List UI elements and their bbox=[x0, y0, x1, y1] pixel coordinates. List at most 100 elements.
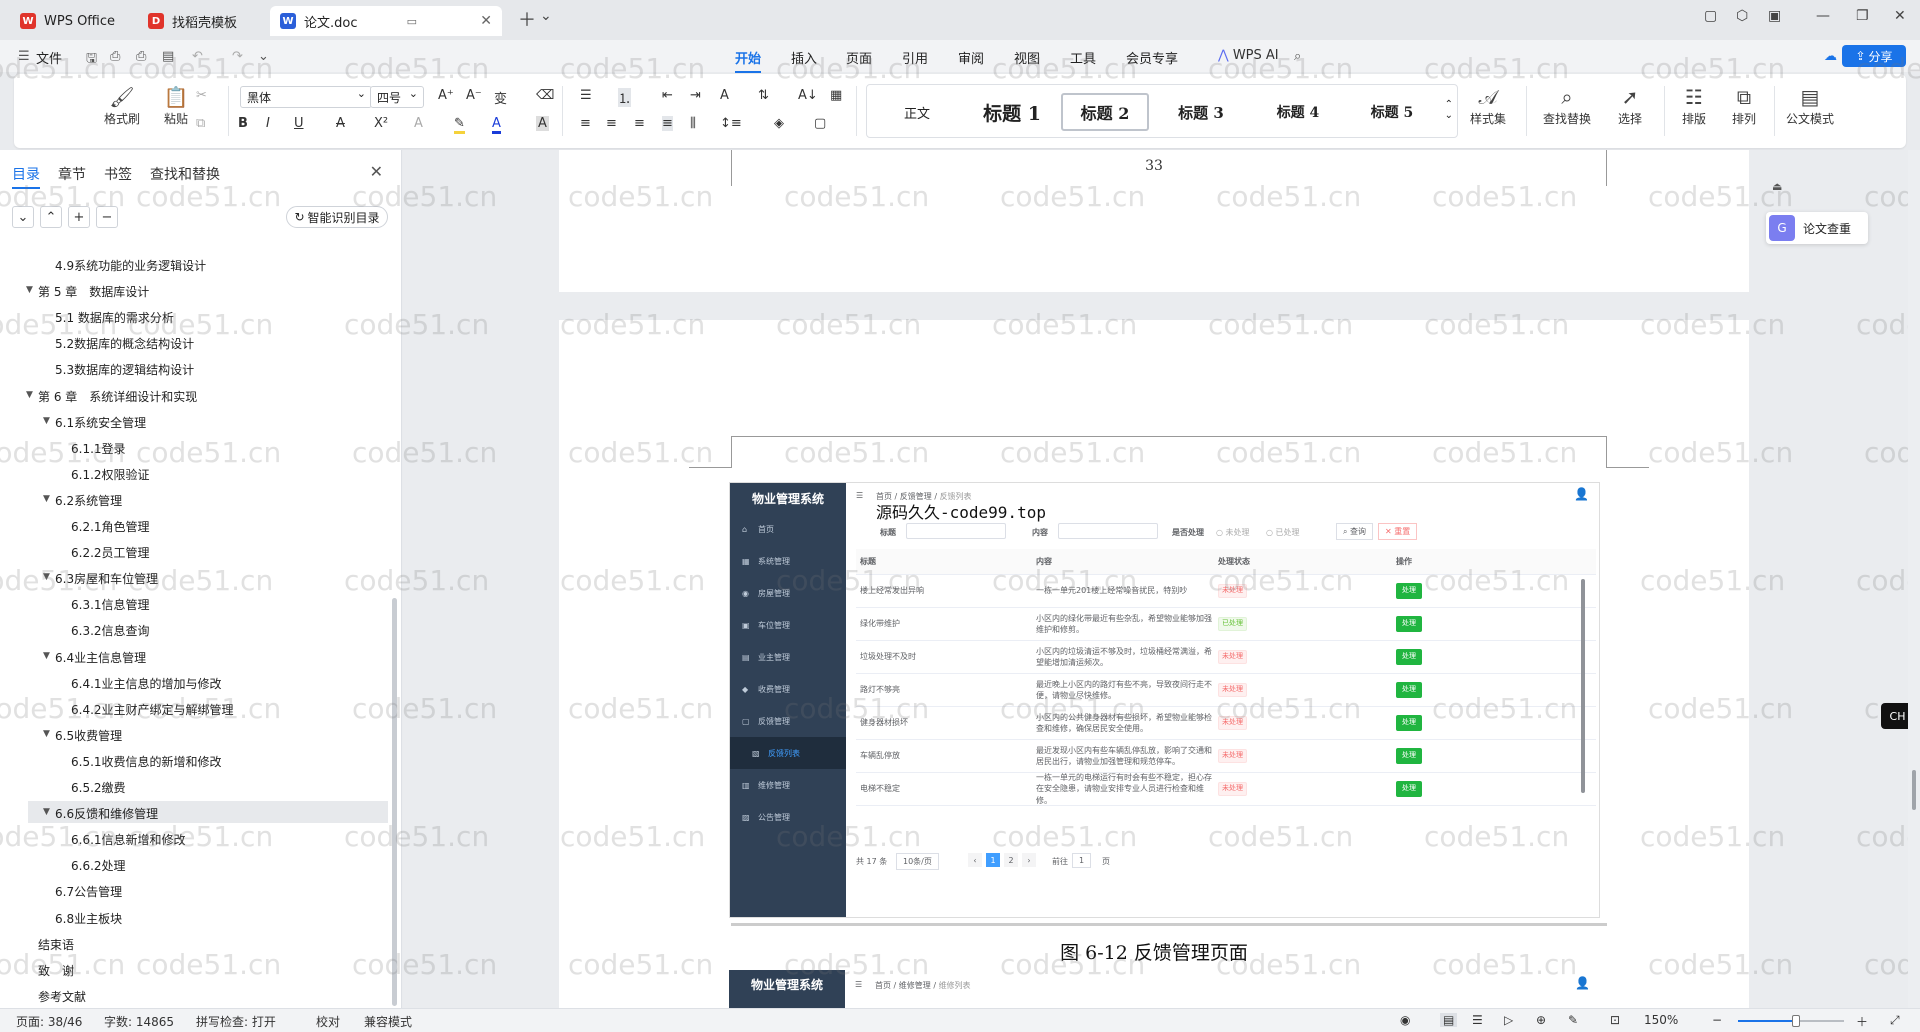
font-size-select[interactable]: 四号 bbox=[370, 86, 424, 108]
style-set-button[interactable]: 𝒜 样式集 bbox=[1458, 84, 1518, 127]
copy-icon[interactable]: ⧉ bbox=[196, 116, 205, 131]
avatar[interactable]: ▣ bbox=[1768, 8, 1781, 24]
scrollbar[interactable] bbox=[392, 598, 397, 1006]
layout-button[interactable]: ☷ 排版 bbox=[1668, 84, 1720, 127]
toc-item[interactable]: 6.1.2权限验证 bbox=[71, 466, 150, 483]
find-replace-button[interactable]: ⌕ 查找替换 bbox=[1536, 84, 1598, 127]
font-color-icon[interactable]: A bbox=[492, 116, 501, 134]
toc-item[interactable]: 6.4.1业主信息的增加与修改 bbox=[71, 675, 222, 692]
cloud-upload-icon[interactable]: ☁ bbox=[1824, 49, 1837, 64]
paste-button[interactable]: 📋 粘贴 bbox=[150, 84, 202, 127]
hamburger-icon[interactable]: ☰ bbox=[18, 49, 30, 64]
menu-insert[interactable]: 插入 bbox=[791, 48, 817, 67]
share-button[interactable]: ⇪ 分享 bbox=[1842, 45, 1906, 67]
toc-item[interactable]: 4.9系统功能的业务逻辑设计 bbox=[55, 257, 206, 274]
menu-home[interactable]: 开始 bbox=[735, 48, 762, 73]
toc-item[interactable]: ▼ 第 6 章 系统详细设计和实现 bbox=[26, 388, 197, 405]
menu-member[interactable]: 会员专享 bbox=[1126, 48, 1178, 67]
underline-icon[interactable]: U bbox=[294, 116, 304, 131]
outdent-icon[interactable]: ⇤ bbox=[662, 88, 673, 103]
official-mode-button[interactable]: ▤ 公文模式 bbox=[1778, 84, 1842, 127]
menu-view[interactable]: 视图 bbox=[1014, 48, 1040, 67]
outline-view-icon[interactable]: ☰ bbox=[1472, 1013, 1483, 1027]
toc-item[interactable]: ▼ 6.5收费管理 bbox=[43, 727, 122, 744]
text-direction-icon[interactable]: A bbox=[720, 88, 729, 103]
expand-arrow-icon[interactable]: ▼ bbox=[26, 390, 33, 400]
shading-icon[interactable]: ◈ bbox=[774, 116, 784, 131]
strikethrough-icon[interactable]: A bbox=[336, 116, 345, 131]
toc-item[interactable]: 参考文献 bbox=[38, 988, 86, 1005]
expand-arrow-icon[interactable]: ▼ bbox=[43, 416, 50, 426]
scroll-thumb[interactable] bbox=[1912, 770, 1916, 810]
align-right-icon[interactable]: ≡ bbox=[634, 116, 645, 131]
save-icon[interactable]: 🖫 bbox=[86, 49, 97, 71]
export-icon[interactable]: ⎙ bbox=[110, 49, 120, 64]
new-tab-icon[interactable]: ＋ bbox=[518, 6, 536, 32]
style-heading-1[interactable]: 标题 1 bbox=[967, 93, 1057, 131]
phonetic-icon[interactable]: 变 bbox=[494, 88, 507, 107]
expand-arrow-icon[interactable]: ▼ bbox=[43, 651, 50, 661]
toc-item[interactable]: ▼ 6.6反馈和维修管理 bbox=[43, 805, 158, 822]
bold-icon[interactable]: B bbox=[238, 116, 248, 131]
web-view-icon[interactable]: ⊕ bbox=[1536, 1013, 1546, 1027]
wps-ai-button[interactable]: ⋀ WPS AI bbox=[1218, 48, 1279, 63]
text-effect-icon[interactable]: A bbox=[414, 116, 423, 131]
cube-icon[interactable]: ⬡ bbox=[1736, 8, 1748, 24]
close-tab-icon[interactable]: ✕ bbox=[480, 13, 492, 29]
add-heading-icon[interactable]: + bbox=[68, 206, 90, 228]
bullet-list-icon[interactable]: ☰ bbox=[580, 88, 592, 103]
superscript-icon[interactable]: X² bbox=[374, 116, 388, 131]
char-shading-icon[interactable]: A bbox=[536, 116, 549, 131]
expand-arrow-icon[interactable]: ▼ bbox=[43, 494, 50, 504]
align-center-icon[interactable]: ≡ bbox=[606, 116, 617, 131]
style-heading-4[interactable]: 标题 4 bbox=[1253, 93, 1343, 131]
scrollbar[interactable] bbox=[1908, 150, 1920, 1008]
chevron-down-icon[interactable]: ⌄ bbox=[258, 49, 269, 64]
italic-icon[interactable]: I bbox=[266, 116, 270, 131]
fit-page-icon[interactable]: ⊡ bbox=[1610, 1013, 1620, 1027]
page-view-icon[interactable]: ▤ bbox=[1440, 1013, 1458, 1027]
toc-item[interactable]: 6.6.2处理 bbox=[71, 857, 126, 874]
zoom-in-icon[interactable]: ＋ bbox=[1856, 1013, 1868, 1030]
zoom-slider[interactable] bbox=[1738, 1020, 1844, 1022]
toc-item[interactable]: 6.5.2缴费 bbox=[71, 779, 126, 796]
menu-review[interactable]: 审阅 bbox=[958, 48, 984, 67]
collapse-up-icon[interactable]: ⌃ bbox=[40, 206, 62, 228]
remove-heading-icon[interactable]: − bbox=[96, 206, 118, 228]
toc-item[interactable]: 6.2.2员工管理 bbox=[71, 544, 150, 561]
style-heading-2[interactable]: 标题 2 bbox=[1061, 93, 1149, 131]
word-count[interactable]: 字数: 14865 bbox=[104, 1013, 174, 1030]
expand-arrow-icon[interactable]: ▼ bbox=[43, 729, 50, 739]
arrange-button[interactable]: ⧉ 排列 bbox=[1718, 84, 1770, 127]
eraser-icon[interactable]: ⌫ bbox=[536, 88, 554, 103]
window-layout-icon[interactable]: ▢ bbox=[1704, 8, 1717, 24]
shrink-font-icon[interactable]: A⁻ bbox=[466, 88, 482, 103]
print-icon[interactable]: ⎙ bbox=[136, 49, 146, 64]
nav-tab-toc[interactable]: 目录 bbox=[12, 164, 40, 189]
toc-item[interactable]: ▼ 6.4业主信息管理 bbox=[43, 649, 146, 666]
grow-font-icon[interactable]: A⁺ bbox=[438, 88, 454, 103]
close-icon[interactable]: ✕ bbox=[370, 162, 383, 181]
toc-item[interactable]: 6.5.1收费信息的新增和修改 bbox=[71, 753, 222, 770]
highlight-icon[interactable]: ✎ bbox=[454, 116, 465, 134]
toc-item[interactable]: 6.7公告管理 bbox=[55, 883, 122, 900]
toc-item[interactable]: ▼ 第 5 章 数据库设计 bbox=[26, 283, 149, 300]
tab-wps-office[interactable]: W WPS Office bbox=[10, 6, 140, 36]
toc-item[interactable]: ▼ 6.3房屋和车位管理 bbox=[43, 570, 158, 587]
undo-icon[interactable]: ↶ bbox=[192, 49, 203, 64]
toc-item[interactable]: 6.8业主板块 bbox=[55, 910, 122, 927]
collapse-down-icon[interactable]: ⌄ bbox=[12, 206, 34, 228]
redo-icon[interactable]: ↷ bbox=[232, 49, 243, 64]
indent-icon[interactable]: ⇥ bbox=[690, 88, 701, 103]
show-marks-icon[interactable]: ▦ bbox=[830, 88, 842, 103]
toc-item[interactable]: 6.3.1信息管理 bbox=[71, 596, 150, 613]
style-scroll-icon[interactable]: ⌃ ⌄ bbox=[1445, 99, 1453, 121]
zoom-level[interactable]: 150% bbox=[1644, 1013, 1678, 1027]
menu-page[interactable]: 页面 bbox=[846, 48, 872, 67]
toc-item[interactable]: 结束语 bbox=[38, 936, 74, 953]
minimize-icon[interactable]: — bbox=[1816, 8, 1830, 24]
restore-icon[interactable]: ❐ bbox=[1856, 8, 1869, 24]
close-window-icon[interactable]: ✕ bbox=[1894, 8, 1906, 24]
toc-item[interactable]: ▼ 6.2系统管理 bbox=[43, 492, 122, 509]
pen-icon[interactable]: ✎ bbox=[1568, 1013, 1578, 1027]
